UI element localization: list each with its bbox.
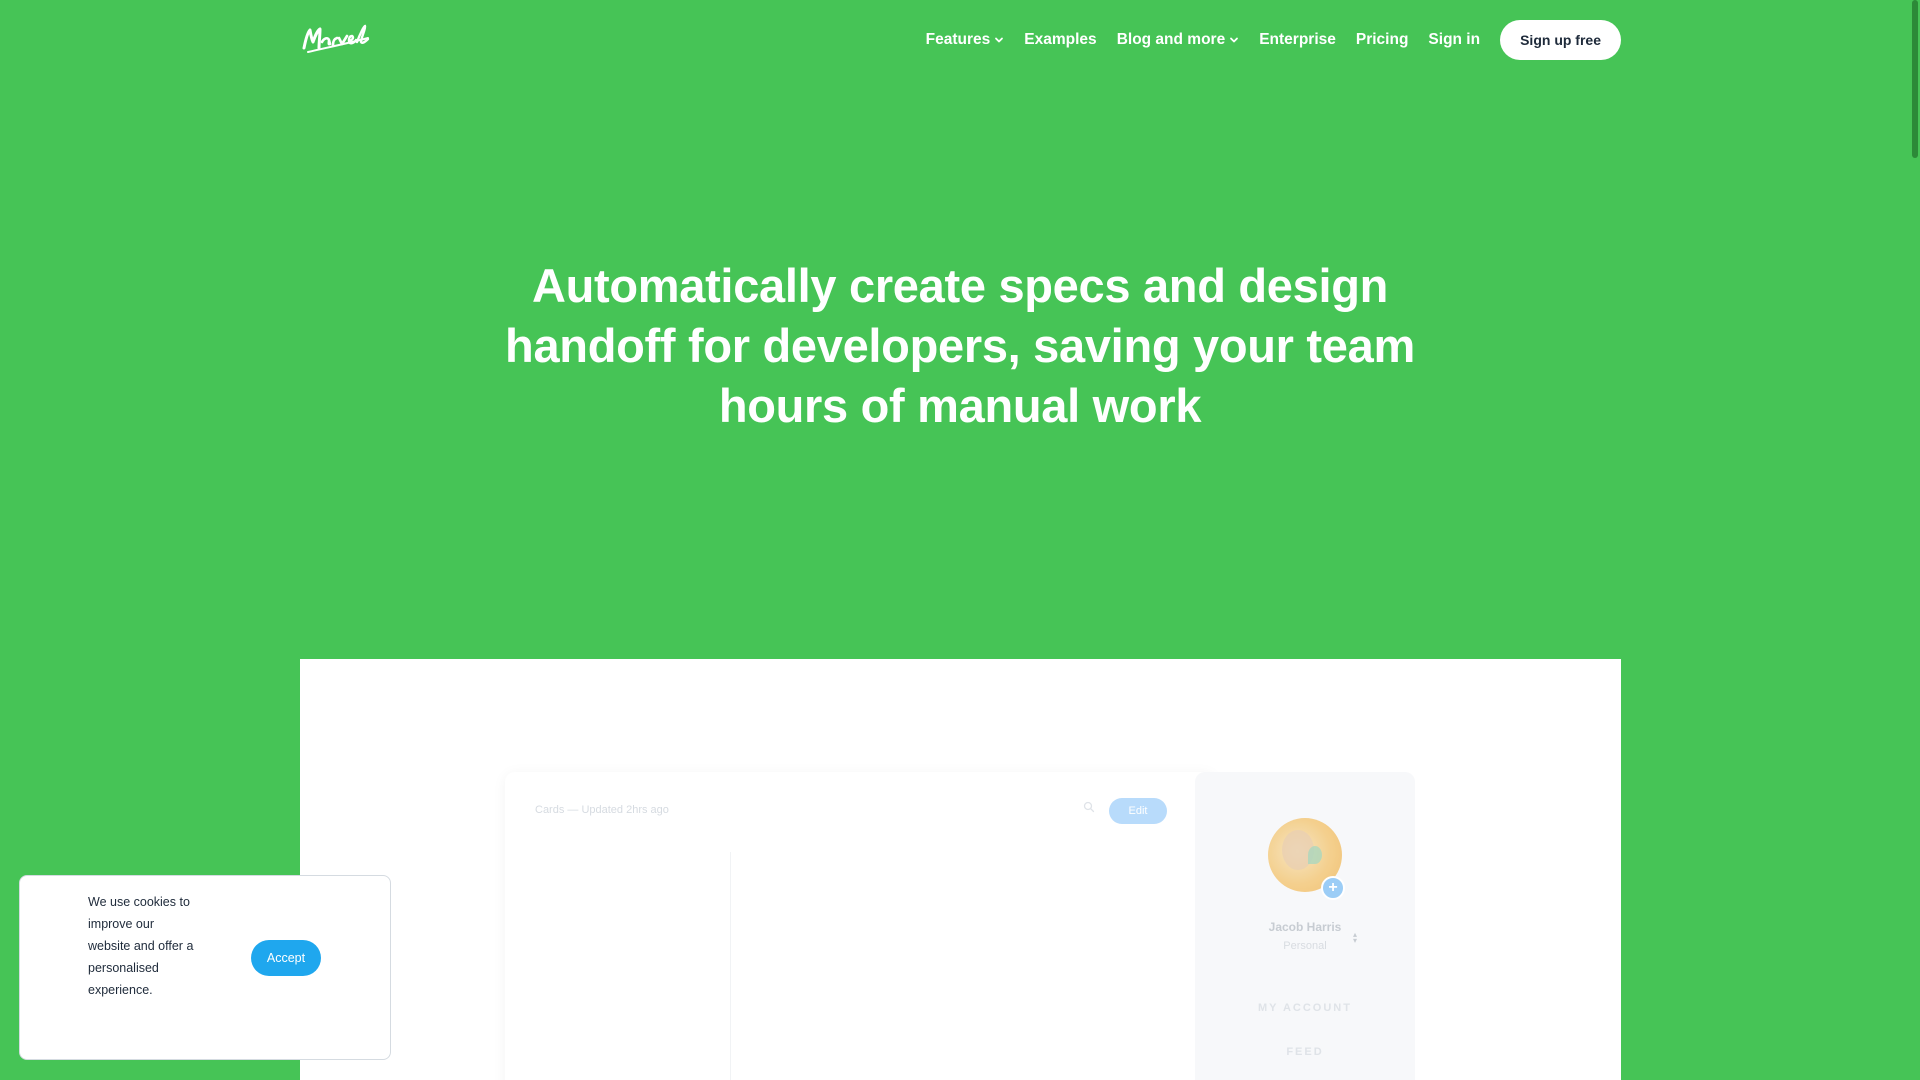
nav-features[interactable]: Features (926, 31, 1005, 49)
nav-sign-in-label: Sign in (1428, 31, 1481, 48)
mock-status-text: Cards — Updated 2hrs ago (535, 804, 669, 816)
nav-blog-label: Blog and more (1116, 31, 1226, 48)
accept-cookies-button[interactable]: Accept (251, 940, 321, 976)
cookie-banner: We use cookies to improve our website an… (19, 875, 391, 1060)
cookie-message: We use cookies to improve our website an… (88, 895, 194, 997)
nav-pricing-label: Pricing (1355, 31, 1409, 48)
nav-blog[interactable]: Blog and more (1117, 31, 1240, 49)
mock-profile-panel: + Jacob Harris Personal ▴ ▾ MY ACCOUNT FE… (1195, 772, 1415, 1080)
plus-icon: + (1321, 876, 1345, 900)
mock-app-window: Cards — Updated 2hrs ago Edit (505, 772, 1215, 1080)
scrollbar-thumb[interactable] (1912, 0, 1918, 158)
sign-up-button[interactable]: Sign up free (1500, 20, 1621, 60)
nav-enterprise[interactable]: Enterprise (1259, 31, 1336, 49)
marvel-logo[interactable] (300, 20, 372, 56)
profile-role: Personal (1283, 940, 1327, 952)
nav-sign-in[interactable]: Sign in (1428, 31, 1480, 49)
nav-examples-label: Examples (1024, 31, 1097, 48)
chevron-down-icon (995, 37, 1004, 43)
avatar-plant (1308, 846, 1322, 864)
hero-title: Automatically create specs and design ha… (505, 259, 1415, 432)
nav-examples[interactable]: Examples (1024, 31, 1096, 49)
nav-pricing[interactable]: Pricing (1356, 31, 1409, 49)
profile-name: Jacob Harris (1268, 920, 1342, 934)
profile-menu-feed: FEED (1286, 1046, 1324, 1058)
mock-edit-button: Edit (1109, 798, 1167, 824)
nav-enterprise-label: Enterprise (1259, 31, 1336, 48)
page-scrollbar[interactable] (1910, 0, 1920, 1080)
site-header: Features Examples Blog and more Enterpri… (300, 0, 1621, 80)
chevron-down-icon (1230, 37, 1239, 43)
sort-arrows-icon: ▴ ▾ (1353, 930, 1358, 945)
product-demo: Cards — Updated 2hrs ago Edit + Jacob Ha… (300, 659, 1621, 1080)
mock-column-divider (730, 852, 731, 1080)
profile-menu-account: MY ACCOUNT (1258, 1002, 1352, 1014)
search-icon (1083, 801, 1095, 813)
nav-features-label: Features (925, 31, 991, 48)
main-nav: Features Examples Blog and more Enterpri… (926, 20, 1621, 60)
